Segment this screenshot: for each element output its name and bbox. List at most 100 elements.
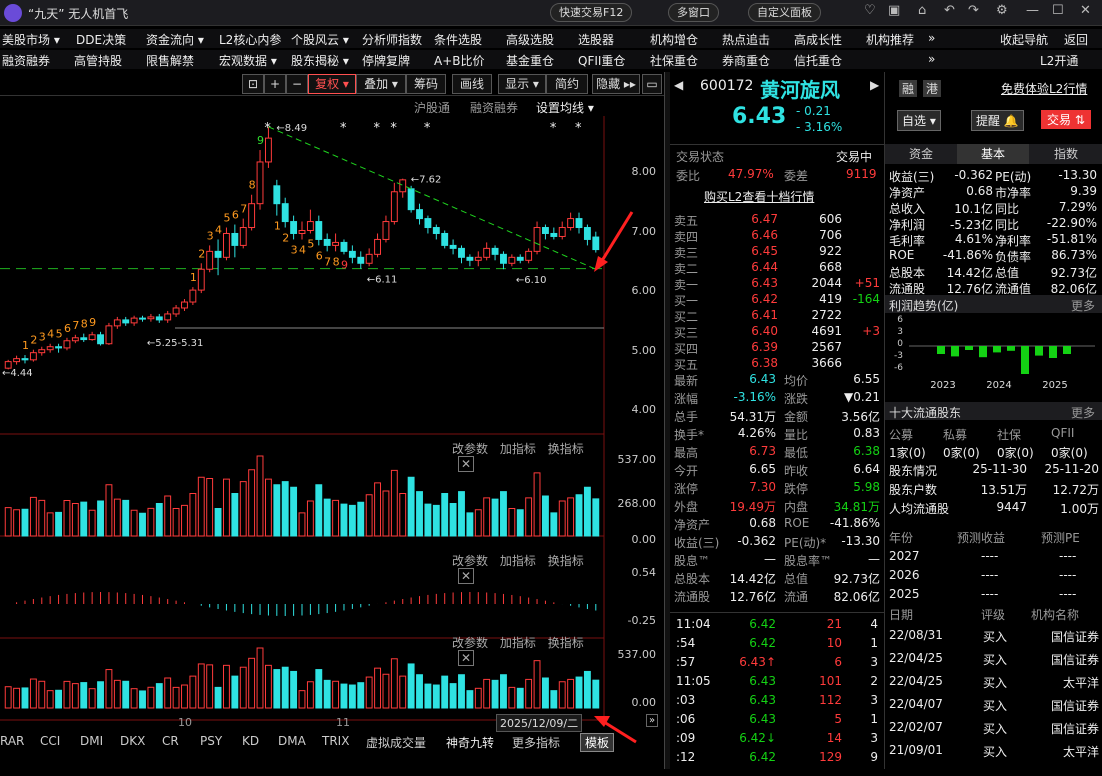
hide-button[interactable]: 隐藏 ▸▸ (592, 74, 640, 94)
close-indicator-icon[interactable]: ✕ (458, 456, 475, 472)
menu-item[interactable]: 资金流向 ▾ (146, 31, 204, 48)
menu-item[interactable]: 股东揭秘 ▾ (291, 52, 349, 69)
menu-item[interactable]: 返回 (1064, 31, 1088, 48)
menu-item[interactable]: 机构增仓 (650, 31, 698, 48)
swap-indicator-button[interactable]: 换指标 (548, 554, 584, 568)
simple-button[interactable]: 简约 (546, 74, 588, 94)
self-select-button[interactable]: 自选 ▾ (897, 110, 941, 131)
maximize-icon[interactable]: ☐ (1052, 3, 1064, 18)
tab-dma[interactable]: DMA (278, 734, 306, 748)
menu-item[interactable]: L2核心内参 (219, 31, 281, 48)
close-icon[interactable]: ✕ (1080, 3, 1091, 18)
menu-item[interactable]: 热点追击 (722, 31, 770, 48)
menu-item[interactable]: 美股市场 ▾ (2, 31, 60, 48)
menu-item[interactable]: 限售解禁 (146, 52, 194, 69)
menu-item[interactable]: 信托重仓 (794, 52, 842, 69)
close-indicator-icon[interactable]: ✕ (458, 568, 475, 584)
forward-icon[interactable]: ↷ (968, 3, 979, 18)
next-stock-icon[interactable]: ▶ (870, 78, 879, 92)
trade-button[interactable]: 交易 ⇅ (1041, 110, 1091, 129)
volume-bar (441, 493, 449, 537)
menu-item[interactable]: L2开通 (1040, 52, 1078, 69)
candle-body (181, 301, 188, 309)
kline-chart[interactable]: ←8.49←7.62←6.11 ←6.10←5.25-5.31←4.441 2 3 4 5… (0, 96, 664, 776)
candle-body (197, 268, 205, 291)
tab-basic[interactable]: 基本 (957, 144, 1029, 164)
swap-indicator-button[interactable]: 换指标 (548, 442, 584, 456)
forecast-head-cell: 预测收益 (957, 531, 1006, 545)
zoom-out-button[interactable]: − (286, 74, 308, 94)
settings-icon[interactable]: ⚙ (996, 3, 1008, 18)
custom-panel-button[interactable]: 自定义面板 (748, 3, 821, 22)
menu-more[interactable]: » (928, 52, 935, 66)
add-indicator-button[interactable]: 加指标 (500, 554, 536, 568)
menu-item[interactable]: QFII重仓 (578, 52, 625, 69)
fuquan-button[interactable]: 复权 ▾ (308, 74, 356, 94)
menu-item[interactable]: 社保重仓 (650, 52, 698, 69)
menu-item[interactable]: 高成长性 (794, 31, 842, 48)
close-indicator-icon[interactable]: ✕ (458, 650, 475, 666)
menu-item[interactable]: 机构推荐 (866, 31, 914, 48)
tab-kd[interactable]: KD (242, 734, 259, 748)
tab-virtual-volume[interactable]: 虚拟成交量 (366, 734, 426, 751)
tab-td9[interactable]: 神奇九转 (446, 734, 494, 751)
tab-dmi[interactable]: DMI (80, 734, 103, 748)
tab-psy[interactable]: PSY (200, 734, 222, 748)
tab-index[interactable]: 指数 (1029, 144, 1102, 164)
multi-window-button[interactable]: 多窗口 (668, 3, 719, 22)
home-icon[interactable]: ⌂ (918, 3, 926, 18)
tab-rar[interactable]: RAR (0, 734, 24, 748)
menu-item[interactable]: 券商重仓 (722, 52, 770, 69)
quick-trade-button[interactable]: 快速交易F12 (550, 3, 633, 22)
remind-button[interactable]: 提醒 🔔 (971, 110, 1024, 131)
prev-stock-icon[interactable]: ◀ (674, 78, 683, 92)
tab-cci[interactable]: CCI (40, 734, 60, 748)
menu-item[interactable]: 个股风云 ▾ (291, 31, 349, 48)
menu-item[interactable]: 高级选股 (506, 31, 554, 48)
skin-icon[interactable]: ▣ (888, 3, 900, 18)
menu-item[interactable]: 收起导航 (1000, 31, 1048, 48)
menu-more[interactable]: » (928, 31, 935, 45)
menu-item[interactable]: DDE决策 (76, 31, 126, 48)
zoom-in-button[interactable]: + (264, 74, 286, 94)
fullscreen-button[interactable]: ▭ (642, 74, 662, 94)
chips-button[interactable]: 筹码 (406, 74, 446, 94)
draw-button[interactable]: 画线 (452, 74, 492, 94)
display-button[interactable]: 显示 ▾ (498, 74, 546, 94)
holders-more-link[interactable]: 更多 (1071, 404, 1095, 421)
crosshair-button[interactable]: ⊡ (242, 74, 264, 94)
swap-indicator-button[interactable]: 换指标 (548, 636, 584, 650)
stat-row-cell: -3.16% (733, 390, 776, 404)
menu-item[interactable]: 高管持股 (74, 52, 122, 69)
menu-item[interactable]: 条件选股 (434, 31, 482, 48)
minimize-icon[interactable]: — (1026, 3, 1039, 18)
forecast-table: 年份 预测收益 预测PE 2027 ---- ---- 2026 ---- ---- 2025 --… (885, 527, 1102, 605)
tab-trix[interactable]: TRIX (322, 734, 349, 748)
edit-params-button[interactable]: 改参数 (452, 636, 488, 650)
forecast-head: 年份 预测收益 预测PE (885, 529, 1102, 545)
free-l2-link[interactable]: 免费体验L2行情 (1001, 80, 1087, 97)
tab-more-indicators[interactable]: 更多指标 (512, 734, 560, 751)
add-indicator-button[interactable]: 加指标 (500, 442, 536, 456)
menu-item[interactable]: 选股器 (578, 31, 614, 48)
menu-item[interactable]: 基金重仓 (506, 52, 554, 69)
menu-item[interactable]: 融资融券 (2, 52, 50, 69)
heart-icon[interactable]: ♡ (864, 3, 876, 18)
profit-more-link[interactable]: 更多 (1071, 297, 1095, 314)
profit-bar (951, 346, 959, 357)
add-indicator-button[interactable]: 加指标 (500, 636, 536, 650)
menu-item[interactable]: A+B比价 (434, 52, 485, 69)
stat-row: 流通股 12.76亿 流通 82.06亿 (670, 588, 884, 604)
menu-item[interactable]: 分析师指数 (362, 31, 422, 48)
overlay-button[interactable]: 叠加 ▾ (356, 74, 406, 94)
edit-params-button[interactable]: 改参数 (452, 442, 488, 456)
tick-row-cell: 6.43 (749, 674, 776, 688)
menu-item[interactable]: 停牌复牌 (362, 52, 410, 69)
tab-capital[interactable]: 资金 (885, 144, 957, 164)
menu-item[interactable]: 宏观数据 ▾ (219, 52, 277, 69)
buy-l2-link[interactable]: 购买L2查看十档行情 (704, 188, 814, 205)
tab-cr[interactable]: CR (162, 734, 179, 748)
back-icon[interactable]: ↶ (944, 3, 955, 18)
edit-params-button[interactable]: 改参数 (452, 554, 488, 568)
tab-dkx[interactable]: DKX (120, 734, 145, 748)
